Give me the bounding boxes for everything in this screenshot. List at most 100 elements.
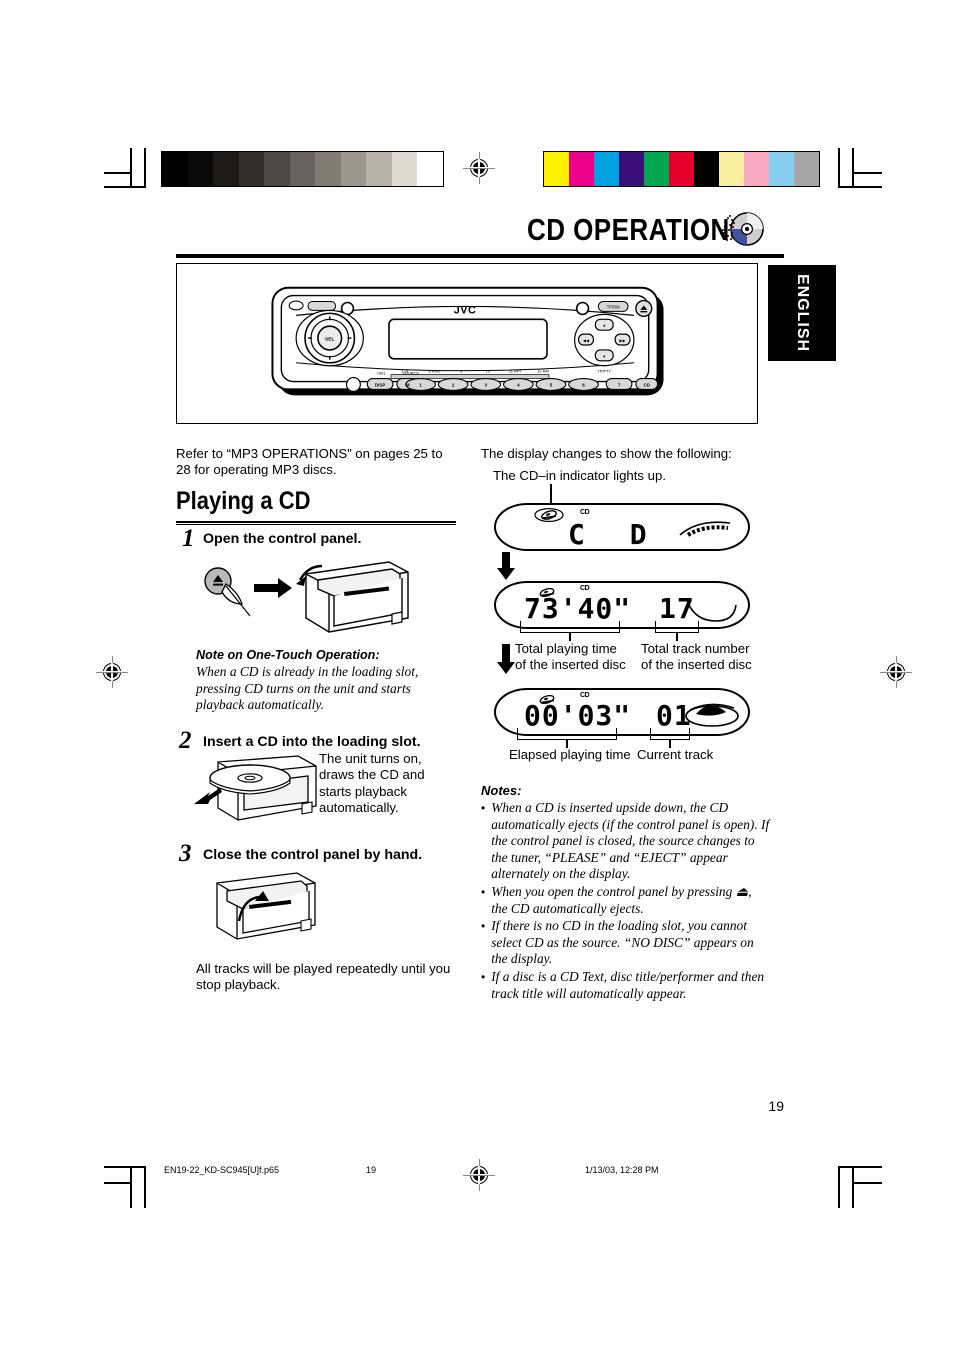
current-track-label: Current track: [637, 747, 714, 762]
elapsed-time-bracket: [517, 728, 617, 748]
elapsed-playing-time-label: Elapsed playing time: [509, 747, 631, 762]
note-item: • When a CD is inserted upside down, the …: [481, 800, 771, 883]
note-item: • When you open the control panel by pres…: [481, 884, 771, 917]
disc-spin-icon: [678, 517, 734, 544]
notes-title: Notes:: [481, 783, 522, 798]
svg-text:◀◀: ◀◀: [583, 338, 590, 343]
crop-mark-bottom-left-v: [130, 1166, 132, 1208]
grayscale-color-bar: [161, 151, 444, 187]
close-control-panel-diagram: [197, 869, 322, 959]
crop-mark-top-right-v: [852, 148, 854, 188]
note-text: If there is no CD in the loading slot, y…: [491, 918, 754, 967]
screen-transition-arrow-1: [496, 552, 516, 585]
crop-mark-top-left-v: [130, 148, 132, 188]
current-track-bracket: [650, 728, 690, 748]
crop-mark-top-right-v2: [838, 148, 840, 188]
footer-sheet-number: 19: [366, 1165, 377, 1175]
note-item: • If there is no CD in the loading slot, …: [481, 918, 771, 968]
note-bullet: •: [481, 919, 486, 934]
step-2-side-text: The unit turns on, draws the CD and star…: [319, 751, 425, 816]
page-number: 19: [768, 1098, 784, 1114]
svg-text:▶▶: ▶▶: [619, 338, 626, 343]
cd-source-indicator-label: CD: [580, 509, 590, 516]
step-3-number: 3: [179, 840, 192, 867]
crop-mark-top-right-h2: [854, 172, 882, 174]
section-heading: Playing a CD: [176, 487, 311, 515]
compact-disc-icon: [718, 209, 764, 249]
svg-text:12 RM: 12 RM: [537, 369, 549, 374]
screen-transition-arrow-2: [496, 644, 516, 679]
one-touch-note-title: Note on One-Touch Operation:: [196, 648, 380, 662]
registration-mark-right: [880, 656, 912, 688]
svg-text:TP/PTY: TP/PTY: [597, 369, 611, 374]
cd-in-indicator-callout: The CD–in indicator lights up.: [493, 468, 666, 483]
crop-mark-bottom-right-v2: [838, 1166, 840, 1208]
step-2-number: 2: [179, 727, 192, 754]
footer-file-name: EN19-22_KD-SC945[U]f.p65: [164, 1165, 280, 1175]
crop-mark-top-left-h2: [104, 172, 130, 174]
open-control-panel-diagram: [196, 556, 411, 651]
svg-text:CD: CD: [643, 382, 650, 387]
display-intro-text: The display changes to show the followin…: [481, 446, 732, 461]
total-track-bracket: [655, 621, 699, 641]
page-title: CD OPERATIONS: [527, 212, 748, 247]
crop-mark-top-right-h: [838, 186, 882, 188]
svg-text:11 RPT: 11 RPT: [509, 369, 523, 374]
note-bullet: •: [481, 884, 486, 899]
language-tab: ENGLISH: [768, 265, 836, 361]
footer-timestamp: 1/13/03, 12:28 PM: [585, 1165, 659, 1175]
total-time-bracket: [520, 621, 620, 641]
registration-mark-top: [463, 152, 495, 184]
cd-source-indicator-label-2: CD: [580, 585, 590, 592]
disc-playing-icon: [684, 698, 740, 733]
svg-text:9: 9: [460, 369, 462, 374]
step-2-heading: Insert a CD into the loading slot.: [203, 734, 421, 750]
svg-text:8 RND: 8 RND: [428, 369, 440, 374]
registration-mark-left: [96, 656, 128, 688]
svg-text:▼: ▼: [602, 354, 606, 359]
crop-mark-bottom-left-h2: [104, 1182, 130, 1184]
one-touch-note-body: When a CD is already in the loading slot…: [196, 664, 419, 713]
svg-text:SEL: SEL: [325, 337, 335, 343]
crop-mark-top-left-v2: [144, 148, 146, 188]
step-3-heading: Close the control panel by hand.: [203, 847, 423, 863]
section-rule: [176, 521, 456, 525]
crop-mark-bottom-right-v: [852, 1166, 854, 1208]
cd-screen: CD C D: [494, 503, 750, 551]
svg-text:M: M: [406, 382, 410, 387]
step-1-number: 1: [182, 525, 195, 552]
note-item: • If a disc is a CD Text, disc title/perf…: [481, 969, 771, 1002]
svg-text:JVC: JVC: [454, 304, 477, 316]
insert-cd-diagram: [192, 752, 322, 841]
svg-text:+SEL: +SEL: [376, 371, 387, 376]
crop-mark-top-left-h: [104, 186, 146, 188]
step-3-after-text: All tracks will be played repeatedly unt…: [196, 961, 451, 993]
step-1-heading: Open the control panel.: [203, 531, 362, 547]
title-rule: [176, 254, 784, 258]
registration-mark-bottom: [463, 1159, 495, 1191]
car-stereo-faceplate-diagram: RESET JVC TP/RM SEL ▲ ▼: [271, 286, 664, 396]
total-playing-time-label: Total playing time of the inserted disc: [515, 641, 645, 674]
cd-in-indicator-icon: [534, 507, 564, 527]
svg-text:DISP: DISP: [375, 382, 386, 387]
total-playing-time-label-line1: Total playing time: [515, 641, 617, 656]
crop-mark-bottom-left-v2: [144, 1166, 146, 1208]
total-track-number-label: Total track number of the inserted disc: [641, 641, 781, 674]
faceplate-illustration-box: RESET JVC TP/RM SEL ▲ ▼: [176, 263, 758, 424]
note-text: If a disc is a CD Text, disc title/perfo…: [491, 968, 765, 1001]
total-track-number-label-line1: Total track number: [641, 641, 750, 656]
total-playing-time-label-line2: of the inserted disc: [515, 657, 626, 673]
note-text: When you open the control panel by press…: [491, 883, 752, 916]
language-tab-label: ENGLISH: [794, 273, 811, 353]
intro-paragraph: Refer to “MP3 OPERATIONS” on pages 25 to…: [176, 446, 443, 478]
notes-list: • When a CD is inserted upside down, the …: [481, 800, 771, 1003]
crop-mark-bottom-right-h2: [854, 1182, 882, 1184]
note-text: When a CD is inserted upside down, the C…: [491, 800, 770, 882]
cd-source-indicator-label-3: CD: [580, 692, 590, 699]
svg-text:TP/RM: TP/RM: [607, 304, 620, 309]
process-color-bar: [543, 151, 820, 187]
total-track-number-label-line2: of the inserted disc: [641, 657, 752, 673]
svg-text:SOURCE: SOURCE: [402, 371, 419, 376]
crop-mark-bottom-right-h: [838, 1166, 882, 1168]
cd-screen-segment-text: C D: [568, 518, 661, 551]
